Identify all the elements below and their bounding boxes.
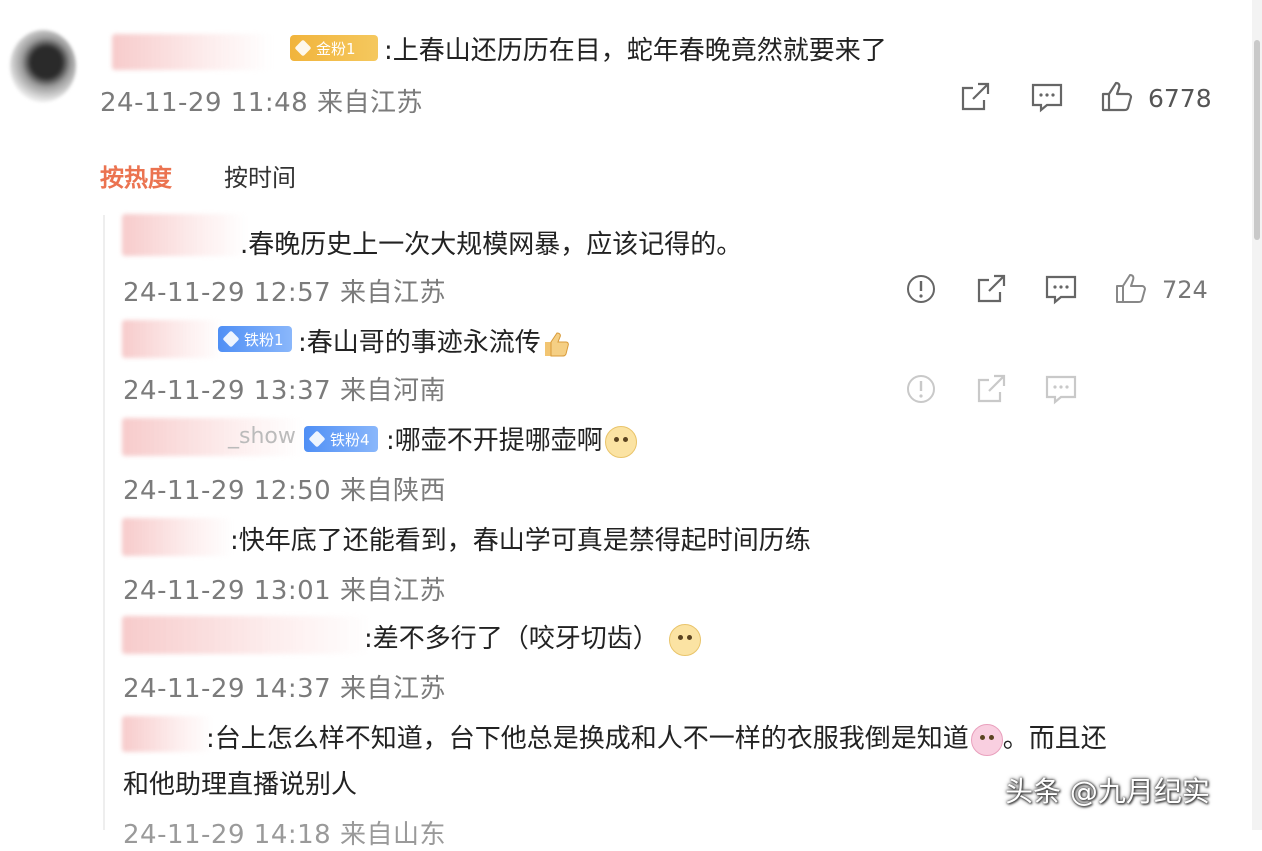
reply-meta: 24-11-29 14:18 来自山东	[123, 820, 446, 850]
username-blurred[interactable]	[122, 320, 222, 358]
thumbs-up-emoji-icon	[541, 329, 571, 359]
username-blurred[interactable]	[122, 214, 246, 256]
reply-text: :春山哥的事迹永流传	[298, 322, 571, 359]
username-blurred[interactable]	[112, 34, 272, 70]
fan-badge[interactable]: 铁粉4	[304, 426, 378, 452]
main-comment-text: :上春山还历历在目，蛇年春晚竟然就要来了	[384, 36, 887, 66]
report-icon[interactable]	[904, 272, 938, 306]
scrollbar-thumb[interactable]	[1254, 40, 1260, 240]
comment-icon[interactable]	[1044, 372, 1078, 406]
thumbs-up-icon[interactable]	[1100, 80, 1134, 114]
reply-text: :快年底了还能看到，春山学可真是禁得起时间历练	[230, 526, 811, 556]
username-fragment: _show	[228, 424, 296, 449]
reply-meta: 24-11-29 13:37 来自河南	[123, 376, 446, 406]
reply-text-line2: 和他助理直播说别人	[123, 770, 358, 800]
comment-icon[interactable]	[1030, 80, 1064, 114]
reply-meta: 24-11-29 13:01 来自江苏	[123, 576, 446, 606]
reply-text: :差不多行了（咬牙切齿）	[364, 618, 702, 656]
main-comment-meta: 24-11-29 11:48 来自江苏	[100, 88, 423, 118]
username-blurred[interactable]	[122, 518, 232, 556]
avatar[interactable]	[10, 30, 76, 102]
reply-text: :台上怎么样不知道，台下他总是换成和人不一样的衣服我倒是知道 。而且还	[206, 723, 1107, 756]
reply-text: .春晚历史上一次大规模网暴，应该记得的。	[240, 230, 743, 260]
fan-badge[interactable]: 铁粉1	[218, 326, 292, 352]
like-count: 6778	[1148, 84, 1212, 113]
report-icon[interactable]	[904, 372, 938, 406]
share-icon[interactable]	[958, 80, 992, 114]
share-icon[interactable]	[974, 372, 1008, 406]
username-blurred[interactable]	[122, 716, 212, 752]
tab-sort-hot[interactable]: 按热度	[100, 158, 172, 193]
reply-meta: 24-11-29 12:57 来自江苏	[123, 278, 446, 308]
doge-emoji-icon	[669, 623, 702, 656]
reply-meta: 24-11-29 14:37 来自江苏	[123, 674, 446, 704]
reply-thread-divider	[103, 215, 105, 830]
fan-badge[interactable]: 金粉1	[290, 35, 378, 61]
thumbs-up-icon[interactable]	[1114, 272, 1148, 306]
doge-emoji-icon	[604, 425, 637, 458]
reply-meta: 24-11-29 12:50 来自陕西	[123, 476, 446, 506]
watermark: 头条 @九月纪实	[1005, 775, 1210, 808]
pig-emoji-icon	[970, 723, 1003, 756]
comment-icon[interactable]	[1044, 272, 1078, 306]
reply-text: :哪壶不开提哪壶啊	[386, 420, 637, 458]
share-icon[interactable]	[974, 272, 1008, 306]
like-count: 724	[1162, 276, 1208, 304]
username-blurred[interactable]	[122, 616, 370, 654]
tab-sort-time[interactable]: 按时间	[224, 158, 296, 193]
